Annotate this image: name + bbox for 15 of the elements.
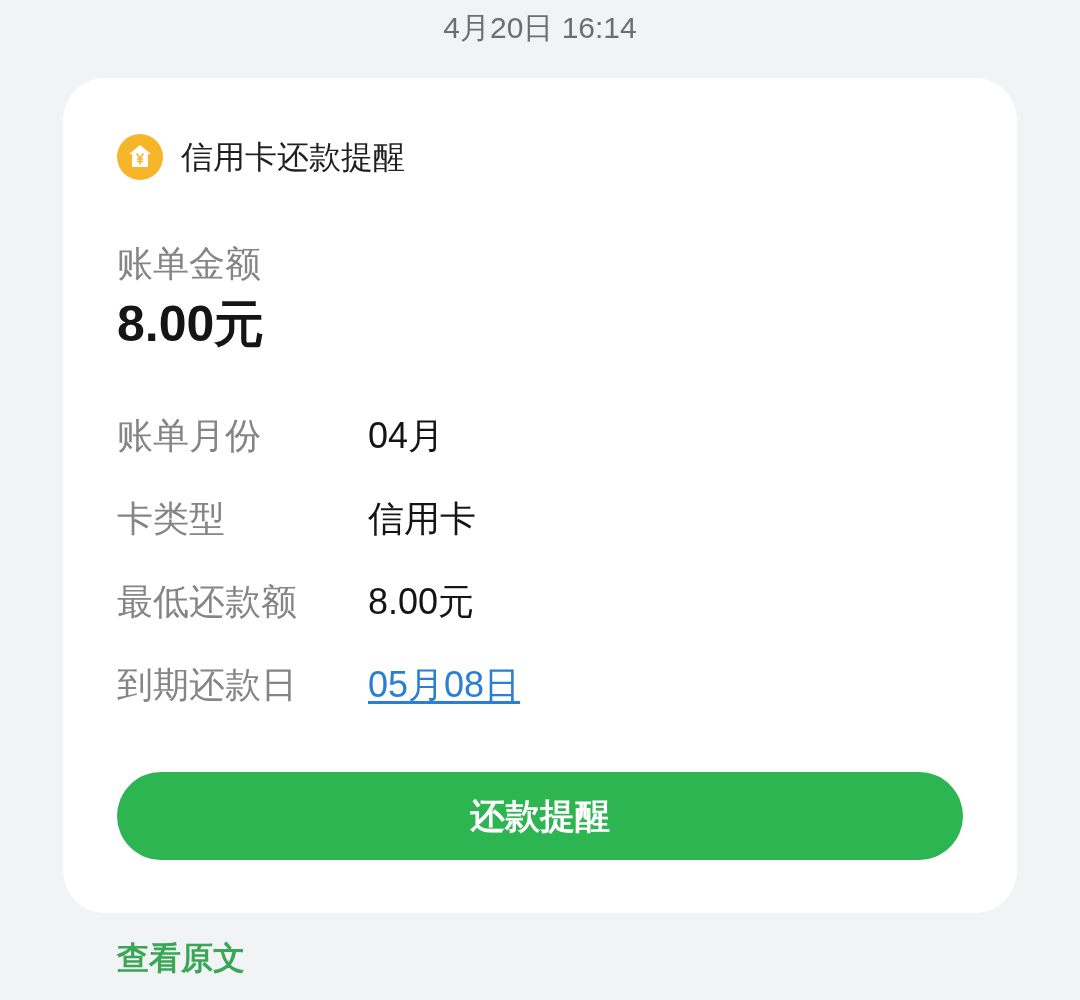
detail-label: 到期还款日 (117, 662, 298, 707)
view-original-link[interactable]: 查看原文 (117, 940, 245, 976)
bank-icon (117, 134, 163, 180)
timestamp: 4月20日 16:14 (442, 10, 638, 46)
detail-value: 8.00元 (368, 579, 475, 624)
date-link[interactable]: 05月08日 (368, 660, 521, 709)
amount-value: 8.00元 (117, 295, 266, 354)
detail-value: 信用卡 (368, 496, 476, 541)
card-title: 信用卡还款提醒 (181, 138, 405, 177)
amount-label: 账单金额 (117, 242, 262, 286)
detail-label: 账单月份 (117, 413, 262, 458)
detail-value: 04月 (368, 413, 445, 458)
detail-label: 最低还款额 (117, 579, 298, 624)
detail-label: 卡类型 (117, 496, 226, 541)
remind-button[interactable]: 还款提醒 (117, 772, 963, 860)
